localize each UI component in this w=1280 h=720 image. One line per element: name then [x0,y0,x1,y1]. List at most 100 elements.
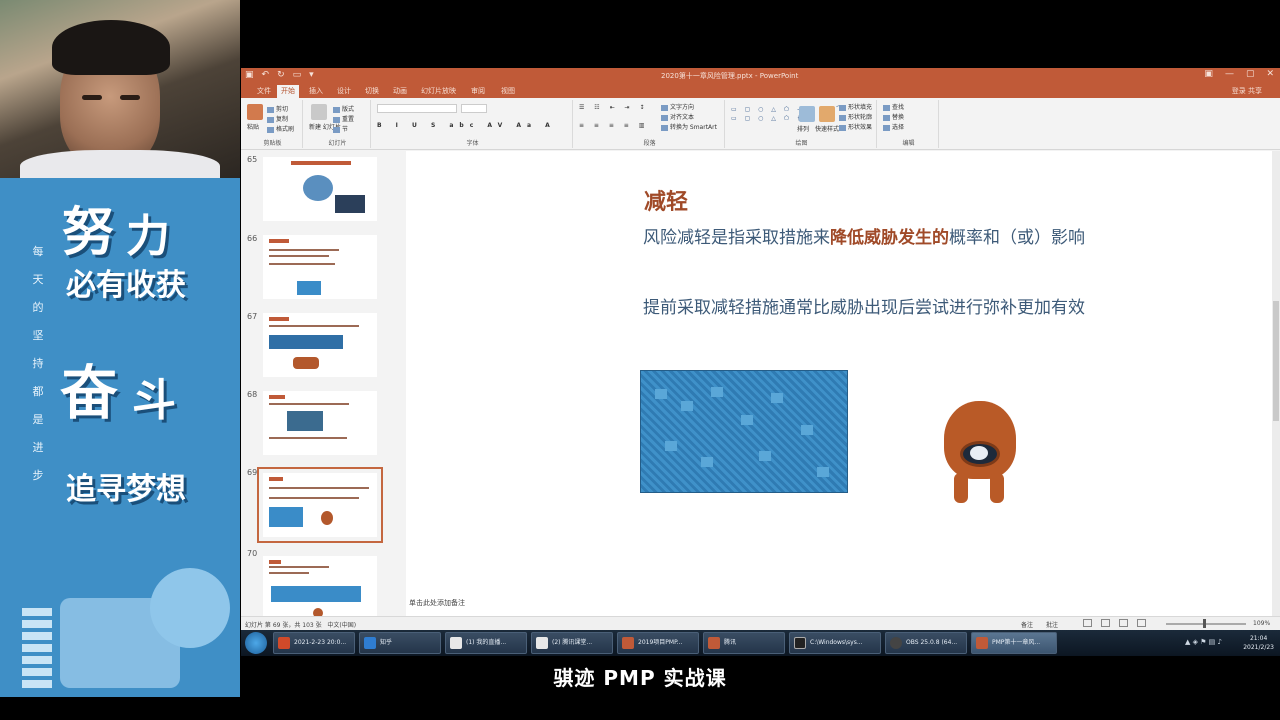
align-text-button[interactable]: 对齐文本 [661,112,694,121]
paste-icon[interactable] [247,104,263,120]
font-size-select[interactable] [461,104,487,113]
select-icon [883,124,890,131]
replace-button[interactable]: 替换 [883,112,904,121]
stream-overlay: 每 天 的 坚 持 都 是 进 步 努 力 必有收获 奋 斗 追寻梦想 [0,0,240,720]
taskbar-item[interactable]: 2019项目PMP... [617,632,699,654]
group-slides: 新建 幻灯片 版式 重置 节 幻灯片 [305,100,371,148]
slide-sorter-icon[interactable] [1101,619,1110,627]
font-format-buttons[interactable]: B I U S abc AV Aa A [377,122,556,129]
tab-slideshow[interactable]: 幻灯片放映 [417,85,460,98]
quick-styles-button[interactable]: 快速样式 [815,124,839,133]
zoom-slider-thumb[interactable] [1203,619,1206,628]
slideshow-view-icon[interactable] [1137,619,1146,627]
paste-button[interactable]: 粘贴 [247,122,259,131]
system-tray-icons[interactable]: ▲ ◈ ⚑ ▤ ♪ [1185,638,1222,646]
webcam-feed [0,0,240,178]
section-icon [333,126,340,133]
account-share[interactable]: 登录 共享 [1232,86,1262,96]
comments-button[interactable]: 批注 [1046,620,1058,629]
font-name-select[interactable] [377,104,457,113]
taskbar-item[interactable]: OBS 25.0.8 (64... [885,632,967,654]
notes-placeholder[interactable]: 单击此处添加备注 [409,598,465,608]
redo-icon[interactable]: ↻ [277,70,285,81]
slide-thumbnail-65[interactable] [263,157,377,221]
tab-animations[interactable]: 动画 [389,85,411,98]
undo-icon[interactable]: ↶ [262,70,270,81]
start-slideshow-icon[interactable]: ▭ [293,70,302,81]
tab-design[interactable]: 设计 [333,85,355,98]
find-button[interactable]: 查找 [883,102,904,111]
shape-outline-button[interactable]: 形状轮廓 [839,112,872,121]
reading-view-icon[interactable] [1119,619,1128,627]
list-buttons[interactable]: ☰ ☷ ⇤ ⇥ ↕ [579,104,648,111]
clock[interactable]: 21:04 2021/2/23 [1243,634,1274,652]
maximize-icon[interactable]: ▢ [1246,69,1255,79]
taskbar-item-active[interactable]: PMP第十一章风... [971,632,1057,654]
slide-thumbnail-67[interactable] [263,313,377,377]
group-paragraph: ☰ ☷ ⇤ ⇥ ↕ ≡ ≡ ≡ ≡ ▥ 文字方向 对齐文本 转换为 SmartA… [575,100,725,148]
tab-insert[interactable]: 插入 [305,85,327,98]
close-icon[interactable]: ✕ [1266,69,1274,79]
zoom-level[interactable]: 109% [1253,620,1270,627]
shape-effects-button[interactable]: 形状效果 [839,122,872,131]
taskbar-item[interactable]: 2021-2-23 20:0... [273,632,355,654]
cut-button[interactable]: 剪切 [267,104,288,113]
convert-smartart-button[interactable]: 转换为 SmartArt [661,122,717,131]
quick-styles-icon[interactable] [819,106,835,122]
arrange-button[interactable]: 排列 [797,124,809,133]
tab-review[interactable]: 审阅 [467,85,489,98]
one-eyed-monster-illustration[interactable] [936,401,1026,511]
start-button[interactable] [245,632,267,654]
slide-thumbnail-66[interactable] [263,235,377,299]
taskbar-item[interactable]: 知乎 [359,632,441,654]
minimize-icon[interactable]: — [1225,69,1234,79]
reset-button[interactable]: 重置 [333,114,354,123]
slide-paragraph-2[interactable]: 提前采取减轻措施通常比威胁出现后尝试进行弥补更加有效 [643,294,1093,323]
new-slide-icon[interactable] [311,104,327,120]
taskbar-item[interactable]: C:\Windows\sys... [789,632,881,654]
vertical-scrollbar[interactable] [1272,151,1280,616]
slide-picture[interactable] [640,370,848,493]
thumb-number: 67 [247,312,258,321]
slide-canvas[interactable]: 减轻 风险减轻是指采取措施来降低威胁发生的概率和（或）影响 提前采取减轻措施通常… [406,151,1272,616]
text-direction-button[interactable]: 文字方向 [661,102,694,111]
scrollbar-thumb[interactable] [1273,301,1279,421]
ribbon-display-icon[interactable]: ▣ [1204,69,1213,79]
taskbar-item[interactable]: (1) 我的直播... [445,632,527,654]
section-button[interactable]: 节 [333,124,348,133]
tab-view[interactable]: 视图 [497,85,519,98]
thumb-number: 70 [247,549,258,558]
customize-toolbar-icon[interactable]: ▾ [309,70,314,81]
arrange-icon[interactable] [799,106,815,122]
slide-thumbnail-70[interactable] [263,556,377,620]
slogan-dou: 斗 [132,375,176,426]
tab-transitions[interactable]: 切换 [361,85,383,98]
align-buttons[interactable]: ≡ ≡ ≡ ≡ ▥ [579,122,648,129]
tab-home[interactable]: 开始 [277,85,299,98]
format-painter-button[interactable]: 格式刷 [267,124,294,133]
slide-paragraph-1[interactable]: 风险减轻是指采取措施来降低威胁发生的概率和（或）影响 [643,224,1093,253]
zoom-slider[interactable] [1166,623,1246,625]
taskbar-item[interactable]: 腾讯 [703,632,785,654]
slogan-dream: 追寻梦想 [66,472,186,507]
group-drawing: ▭ ▢ ○ △ ⬠ → ↗ ☆ ⌒ ▭ ▢ ○ △ ⬠ { } ✧ 排列 快速样… [727,100,877,148]
powerpoint-window: ▣ ↶ ↻ ▭ ▾ 2020第十一章风险管理.pptx - PowerPoint… [241,68,1280,630]
slide-thumbnail-68[interactable] [263,391,377,455]
taskbar-item[interactable]: (2) 腾讯课堂... [531,632,613,654]
copy-button[interactable]: 复制 [267,114,288,123]
slide-thumbnail-69[interactable] [257,467,383,543]
layout-button[interactable]: 版式 [333,104,354,113]
replace-icon [883,114,890,121]
group-font: B I U S abc AV Aa A 字体 [373,100,573,148]
save-icon[interactable]: ▣ [245,70,254,81]
side-words: 每 天 的 坚 持 都 是 进 步 [32,245,44,482]
brush-icon [267,126,274,133]
normal-view-icon[interactable] [1083,619,1092,627]
tab-file[interactable]: 文件 [253,85,275,98]
copy-icon [267,116,274,123]
select-button[interactable]: 选择 [883,122,904,131]
slide-title[interactable]: 减轻 [644,184,688,216]
group-editing: 查找 替换 选择 编辑 [879,100,939,148]
notes-button[interactable]: 备注 [1021,620,1033,629]
shape-fill-button[interactable]: 形状填充 [839,102,872,111]
